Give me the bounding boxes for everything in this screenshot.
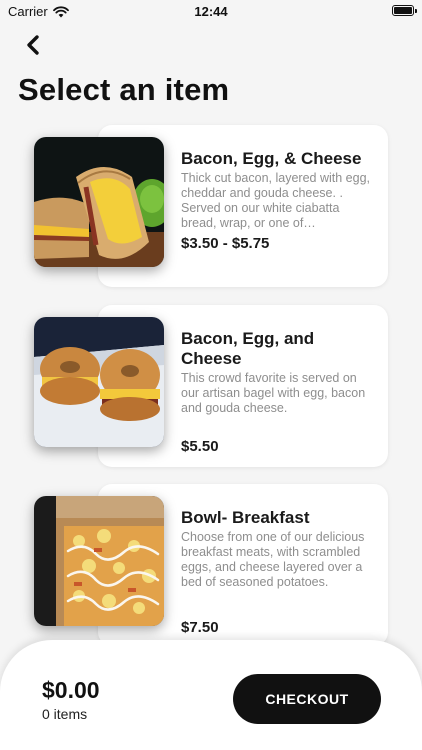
item-photo[interactable] [34, 496, 164, 626]
item-photo[interactable] [34, 317, 164, 447]
item-info: Bacon, Egg, and Cheese This crowd favori… [181, 329, 376, 457]
list-item[interactable]: Bacon, Egg, & Cheese Thick cut bacon, la… [0, 125, 422, 287]
list-item[interactable]: Bacon, Egg, and Cheese This crowd favori… [0, 305, 422, 467]
status-time: 12:44 [194, 4, 228, 19]
page-title: Select an item [18, 72, 230, 107]
item-name: Bacon, Egg, and Cheese [181, 329, 315, 368]
back-button[interactable] [18, 32, 48, 62]
checkout-button[interactable]: CHECKOUT [233, 674, 381, 724]
cart-total: $0.00 [42, 677, 100, 703]
item-price: $5.50 [181, 438, 219, 455]
status-bar: Carrier 12:44 [0, 0, 422, 22]
item-name: Bowl- Breakfast [181, 508, 310, 527]
item-name: Bacon, Egg, & Cheese [181, 149, 362, 168]
item-info: Bacon, Egg, & Cheese Thick cut bacon, la… [181, 149, 376, 277]
cart-item-count: 0 items [42, 706, 88, 722]
item-description: Thick cut bacon, layered with egg, chedd… [181, 171, 370, 230]
chevron-left-icon [25, 34, 41, 61]
item-price: $3.50 - $5.75 [181, 235, 270, 252]
item-description: Choose from one of our delicious breakfa… [181, 530, 365, 589]
item-price: $7.50 [181, 619, 219, 636]
item-photo[interactable] [34, 137, 164, 267]
item-description: This crowd favorite is served on our art… [181, 371, 366, 415]
battery-icon [392, 5, 417, 16]
item-info: Bowl- Breakfast Choose from one of our d… [181, 508, 376, 636]
cart-bar: $0.00 0 items CHECKOUT [0, 640, 422, 750]
list-item[interactable]: Bowl- Breakfast Choose from one of our d… [0, 484, 422, 646]
